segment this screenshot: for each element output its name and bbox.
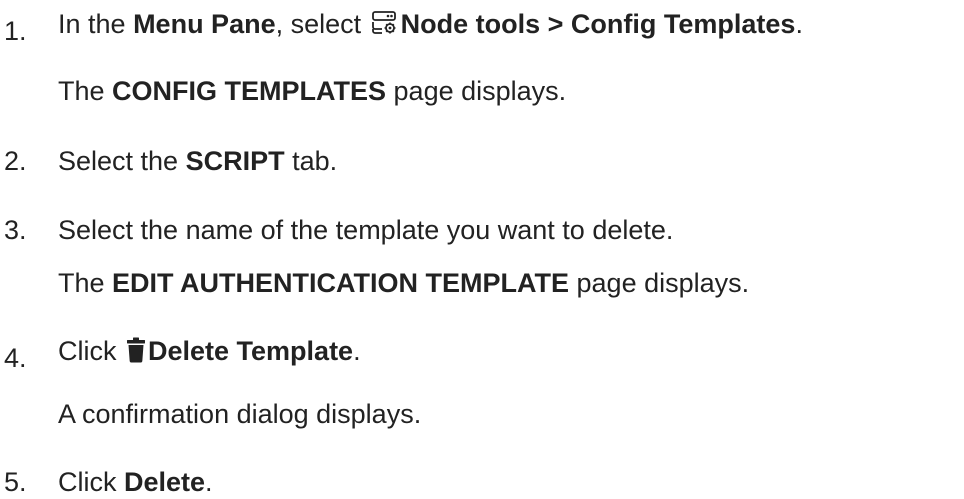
text-segment: Select the	[58, 146, 186, 176]
text-segment: .	[353, 336, 361, 366]
text-segment: Click	[58, 467, 124, 497]
step-number: 3.	[4, 215, 27, 245]
text-segment: In the	[58, 9, 134, 39]
text-segment: page displays.	[386, 76, 567, 106]
text-segment: .	[205, 467, 213, 497]
step-instruction: Click Delete Template.	[58, 334, 361, 371]
text-segment: Click	[58, 336, 124, 366]
edit-authentication-template-page-label: EDIT AUTHENTICATION TEMPLATE	[112, 268, 570, 298]
delete-label: Delete	[124, 467, 206, 497]
step-number: 5.	[4, 467, 27, 497]
text-segment: The	[58, 76, 113, 106]
text-segment: tab.	[284, 146, 338, 176]
step-result: The CONFIG TEMPLATES page displays.	[58, 74, 566, 108]
step-result: A confirmation dialog displays.	[58, 399, 422, 429]
text-segment: page displays.	[569, 268, 750, 298]
step-instruction: In the Menu Pane, select Node tools > Co…	[58, 7, 803, 44]
text-segment: .	[795, 9, 803, 39]
step-instruction: Select the SCRIPT tab.	[58, 144, 337, 178]
text-segment: , select	[275, 9, 369, 39]
text-segment: The	[58, 268, 113, 298]
trash-icon	[126, 337, 146, 371]
script-tab-label: SCRIPT	[185, 146, 285, 176]
node-tools-icon	[371, 10, 399, 44]
node-tools-config-templates-path: Node tools > Config Templates	[400, 9, 796, 39]
menu-pane-label: Menu Pane	[133, 9, 276, 39]
step-instruction: Select the name of the template you want…	[58, 215, 674, 245]
step-instruction: Click Delete.	[58, 465, 213, 499]
step-number: 1.	[4, 16, 27, 46]
step-number: 2.	[4, 146, 27, 176]
step-result: The EDIT AUTHENTICATION TEMPLATE page di…	[58, 266, 749, 300]
step-number: 4.	[4, 343, 27, 373]
config-templates-page-label: CONFIG TEMPLATES	[112, 76, 387, 106]
delete-template-label: Delete Template	[148, 336, 354, 366]
